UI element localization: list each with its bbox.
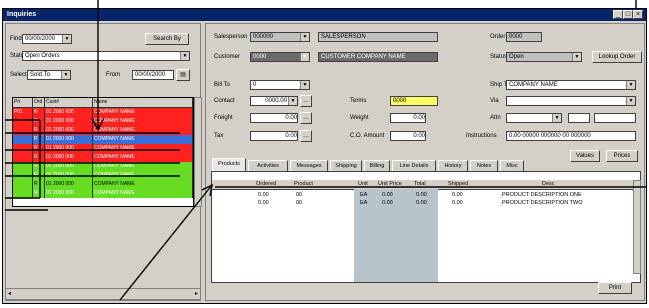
annotation-overlay: [5, 0, 646, 301]
annotation-bracket: [5, 119, 41, 199]
annotation-line: [119, 184, 213, 301]
annotation-guide-lines: [5, 132, 180, 177]
